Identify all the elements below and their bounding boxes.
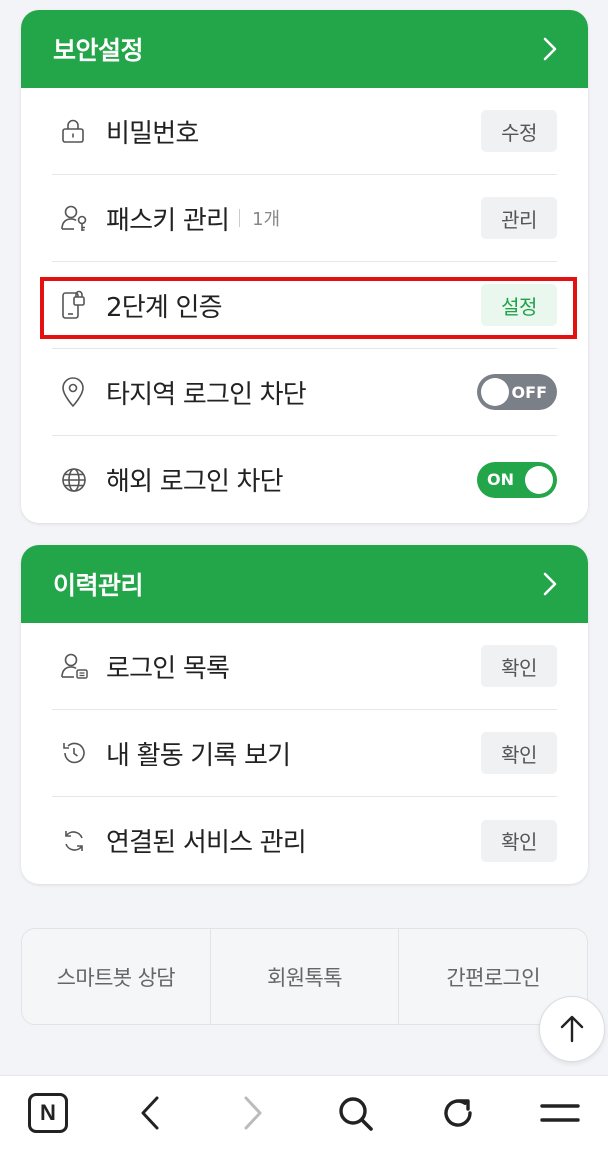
activity-log-label: 내 활동 기록 보기 (106, 740, 291, 771)
passkey-row[interactable]: 패스키 관리 1개 관리 (52, 175, 557, 262)
passkey-count: 1개 (239, 205, 280, 231)
toggle-state-label: OFF (511, 382, 547, 402)
naver-logo-icon: N (28, 1093, 68, 1133)
activity-log-row[interactable]: 내 활동 기록 보기 확인 (52, 710, 557, 797)
connected-services-label: 연결된 서비스 관리 (106, 828, 307, 858)
history-management-title: 이력관리 (53, 571, 144, 600)
passkey-icon (52, 203, 92, 233)
activity-log-check-button[interactable]: 확인 (481, 732, 557, 774)
two-factor-row[interactable]: 2단계 인증 설정 (52, 262, 557, 349)
security-settings-card: 보안설정 비밀번호 수정 패스키 관리 1개 관리 2단계 인증 설정 타지역 (21, 10, 588, 523)
chevron-right-icon[interactable] (542, 36, 558, 62)
connected-services-check-button[interactable]: 확인 (481, 819, 557, 862)
globe-icon (52, 466, 92, 494)
arrow-up-icon (560, 1015, 584, 1043)
login-list-check-button[interactable]: 확인 (481, 645, 557, 687)
toggle-knob (481, 378, 509, 406)
phone-lock-icon (52, 289, 92, 321)
password-edit-button[interactable]: 수정 (481, 110, 557, 152)
back-button[interactable] (120, 1083, 180, 1143)
toggle-knob (525, 465, 553, 494)
security-settings-title: 보안설정 (53, 36, 144, 65)
history-management-header[interactable]: 이력관리 (21, 545, 588, 623)
search-icon (339, 1097, 373, 1131)
location-pin-icon (52, 376, 92, 408)
forward-button[interactable] (223, 1083, 283, 1143)
forward-arrow-icon (244, 1096, 262, 1130)
security-settings-header[interactable]: 보안설정 (21, 10, 588, 88)
hamburger-menu-icon (540, 1104, 580, 1122)
search-button[interactable] (325, 1083, 385, 1143)
region-block-label: 타지역 로그인 차단 (106, 379, 307, 410)
connected-services-row[interactable]: 연결된 서비스 관리 확인 (52, 797, 557, 884)
password-label: 비밀번호 (106, 118, 199, 149)
passkey-label: 패스키 관리 (106, 205, 230, 236)
refresh-icon (443, 1099, 472, 1127)
naver-home-button[interactable]: N (18, 1083, 78, 1143)
passkey-manage-button[interactable]: 관리 (481, 197, 557, 239)
menu-button[interactable] (530, 1083, 590, 1143)
two-factor-setup-button[interactable]: 설정 (481, 284, 557, 326)
overseas-block-row: 해외 로그인 차단 ON (52, 436, 557, 523)
member-talk-link[interactable]: 회원톡톡 (211, 929, 400, 1024)
toggle-state-label: ON (487, 470, 514, 489)
user-list-icon (52, 651, 92, 681)
login-list-label: 로그인 목록 (106, 653, 230, 684)
region-block-toggle[interactable]: OFF (477, 374, 557, 410)
two-factor-label: 2단계 인증 (106, 292, 222, 323)
history-management-card: 이력관리 로그인 목록 확인 내 활동 기록 보기 확인 연결된 서비스 관리 … (21, 545, 588, 884)
login-list-row[interactable]: 로그인 목록 확인 (52, 623, 557, 710)
password-row[interactable]: 비밀번호 수정 (52, 88, 557, 175)
scroll-top-button[interactable] (539, 996, 605, 1062)
footer-links: 스마트봇 상담 회원톡톡 간편로그인 (21, 928, 588, 1025)
chevron-right-icon[interactable] (542, 571, 558, 597)
sync-icon (52, 827, 92, 855)
region-block-row: 타지역 로그인 차단 OFF (52, 349, 557, 436)
back-arrow-icon (141, 1096, 159, 1130)
overseas-block-toggle[interactable]: ON (477, 461, 557, 498)
refresh-button[interactable] (428, 1083, 488, 1143)
overseas-block-label: 해외 로그인 차단 (106, 467, 284, 497)
browser-bottom-bar: N (0, 1075, 608, 1150)
smartbot-consult-link[interactable]: 스마트봇 상담 (22, 929, 211, 1024)
lock-icon (52, 118, 92, 144)
history-icon (52, 739, 92, 767)
